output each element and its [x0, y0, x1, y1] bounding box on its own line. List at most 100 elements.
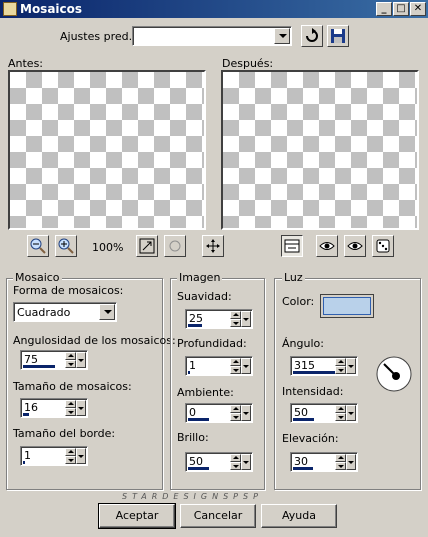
chevron-down-icon[interactable]	[99, 304, 115, 320]
border-size-level-bar	[23, 461, 25, 464]
auto-proof-button[interactable]	[164, 235, 186, 257]
slider-popup-icon[interactable]	[76, 448, 86, 464]
slider-popup-icon[interactable]	[76, 400, 86, 416]
angularity-spinbox[interactable]: 75	[20, 350, 88, 370]
zoom-in-button[interactable]	[55, 235, 77, 257]
smoothness-level-bar	[188, 324, 202, 327]
smoothness-stepper[interactable]	[230, 311, 241, 327]
before-preview[interactable]	[8, 70, 206, 230]
arrow-up-icon[interactable]	[335, 405, 346, 413]
light-color-fill	[323, 297, 371, 315]
zoom-out-icon	[30, 238, 46, 254]
border-size-spinbox[interactable]: 1	[20, 446, 88, 466]
intensity-level-bar	[293, 418, 314, 421]
slider-popup-icon[interactable]	[241, 358, 251, 374]
border-size-value: 1	[24, 449, 31, 462]
minimize-button[interactable]: _	[376, 2, 392, 16]
title-bar[interactable]: Mosaicos _ □ ✕	[0, 0, 428, 18]
angle-stepper[interactable]	[335, 358, 346, 374]
proof-once-button[interactable]	[316, 235, 338, 257]
cancel-button[interactable]: Cancelar	[180, 504, 256, 528]
app-icon	[3, 2, 17, 16]
arrow-down-icon[interactable]	[335, 462, 346, 470]
tile-shape-dropdown[interactable]: Cuadrado	[13, 302, 117, 322]
accept-button[interactable]: Aceptar	[98, 503, 176, 529]
depth-label: Profundidad:	[177, 337, 247, 350]
elevation-label: Elevación:	[282, 432, 339, 445]
arrow-up-icon[interactable]	[230, 405, 241, 413]
arrow-down-icon[interactable]	[65, 456, 76, 464]
slider-popup-icon[interactable]	[346, 358, 356, 374]
arrow-down-icon[interactable]	[65, 360, 76, 368]
angularity-stepper[interactable]	[65, 352, 76, 368]
slider-popup-icon[interactable]	[241, 311, 251, 327]
slider-popup-icon[interactable]	[241, 405, 251, 421]
arrow-down-icon[interactable]	[65, 408, 76, 416]
zoom-level: 100%	[92, 241, 124, 254]
slider-popup-icon[interactable]	[346, 405, 356, 421]
light-color-swatch[interactable]	[320, 294, 374, 318]
arrow-down-icon[interactable]	[230, 319, 241, 327]
after-preview[interactable]	[221, 70, 419, 230]
slider-popup-icon[interactable]	[76, 352, 86, 368]
reset-button[interactable]	[301, 25, 323, 47]
angle-spinbox[interactable]: 315	[290, 356, 358, 376]
save-preset-button[interactable]	[327, 25, 349, 47]
brightness-stepper[interactable]	[230, 454, 241, 470]
eye-icon	[319, 242, 335, 250]
arrow-up-icon[interactable]	[230, 454, 241, 462]
arrow-up-icon[interactable]	[335, 454, 346, 462]
slider-popup-icon[interactable]	[241, 454, 251, 470]
watermark-text: STARDESIGNSPSP	[122, 492, 263, 501]
brightness-label: Brillo:	[177, 431, 209, 444]
presets-dropdown[interactable]	[132, 26, 292, 46]
arrow-down-icon[interactable]	[230, 413, 241, 421]
proof-window-button[interactable]	[281, 235, 303, 257]
ambient-spinbox[interactable]: 0	[185, 403, 253, 423]
close-button[interactable]: ✕	[410, 2, 426, 16]
fit-window-button[interactable]	[136, 235, 158, 257]
arrow-up-icon[interactable]	[65, 400, 76, 408]
intensity-spinbox[interactable]: 50	[290, 403, 358, 423]
angle-dial-icon	[376, 356, 412, 392]
zoom-out-button[interactable]	[27, 235, 49, 257]
navigate-button[interactable]	[202, 235, 224, 257]
eye-disabled-icon	[169, 240, 181, 252]
presets-label: Ajustes pred.:	[60, 30, 136, 43]
chevron-down-icon[interactable]	[274, 28, 290, 44]
brightness-spinbox[interactable]: 50	[185, 452, 253, 472]
depth-spinbox[interactable]: 1	[185, 356, 253, 376]
elevation-spinbox[interactable]: 30	[290, 452, 358, 472]
randomize-button[interactable]	[372, 235, 394, 257]
eye-auto-icon	[347, 242, 363, 250]
border-size-stepper[interactable]	[65, 448, 76, 464]
maximize-button[interactable]: □	[393, 2, 409, 16]
elevation-stepper[interactable]	[335, 454, 346, 470]
angle-dial[interactable]	[375, 355, 413, 393]
help-button[interactable]: Ayuda	[261, 504, 337, 528]
slider-popup-icon[interactable]	[346, 454, 356, 470]
smoothness-spinbox[interactable]: 25	[185, 309, 253, 329]
arrow-down-icon[interactable]	[230, 366, 241, 374]
light-color-label: Color:	[282, 295, 315, 308]
brightness-level-bar	[188, 467, 209, 470]
window-title: Mosaicos	[20, 2, 83, 16]
ambient-stepper[interactable]	[230, 405, 241, 421]
arrow-down-icon[interactable]	[335, 413, 346, 421]
arrow-down-icon[interactable]	[335, 366, 346, 374]
arrow-up-icon[interactable]	[230, 311, 241, 319]
intensity-label: Intensidad:	[282, 385, 344, 398]
tile-size-spinbox[interactable]: 16	[20, 398, 88, 418]
arrow-up-icon[interactable]	[230, 358, 241, 366]
tile-size-stepper[interactable]	[65, 400, 76, 416]
mosaic-group-legend: Mosaico	[13, 271, 62, 284]
elevation-level-bar	[293, 467, 313, 470]
auto-proof-toggle-button[interactable]	[344, 235, 366, 257]
arrow-down-icon[interactable]	[230, 462, 241, 470]
depth-stepper[interactable]	[230, 358, 241, 374]
arrow-up-icon[interactable]	[335, 358, 346, 366]
intensity-stepper[interactable]	[335, 405, 346, 421]
arrow-up-icon[interactable]	[65, 448, 76, 456]
tile-size-label: Tamaño de mosaicos:	[13, 380, 132, 393]
arrow-up-icon[interactable]	[65, 352, 76, 360]
